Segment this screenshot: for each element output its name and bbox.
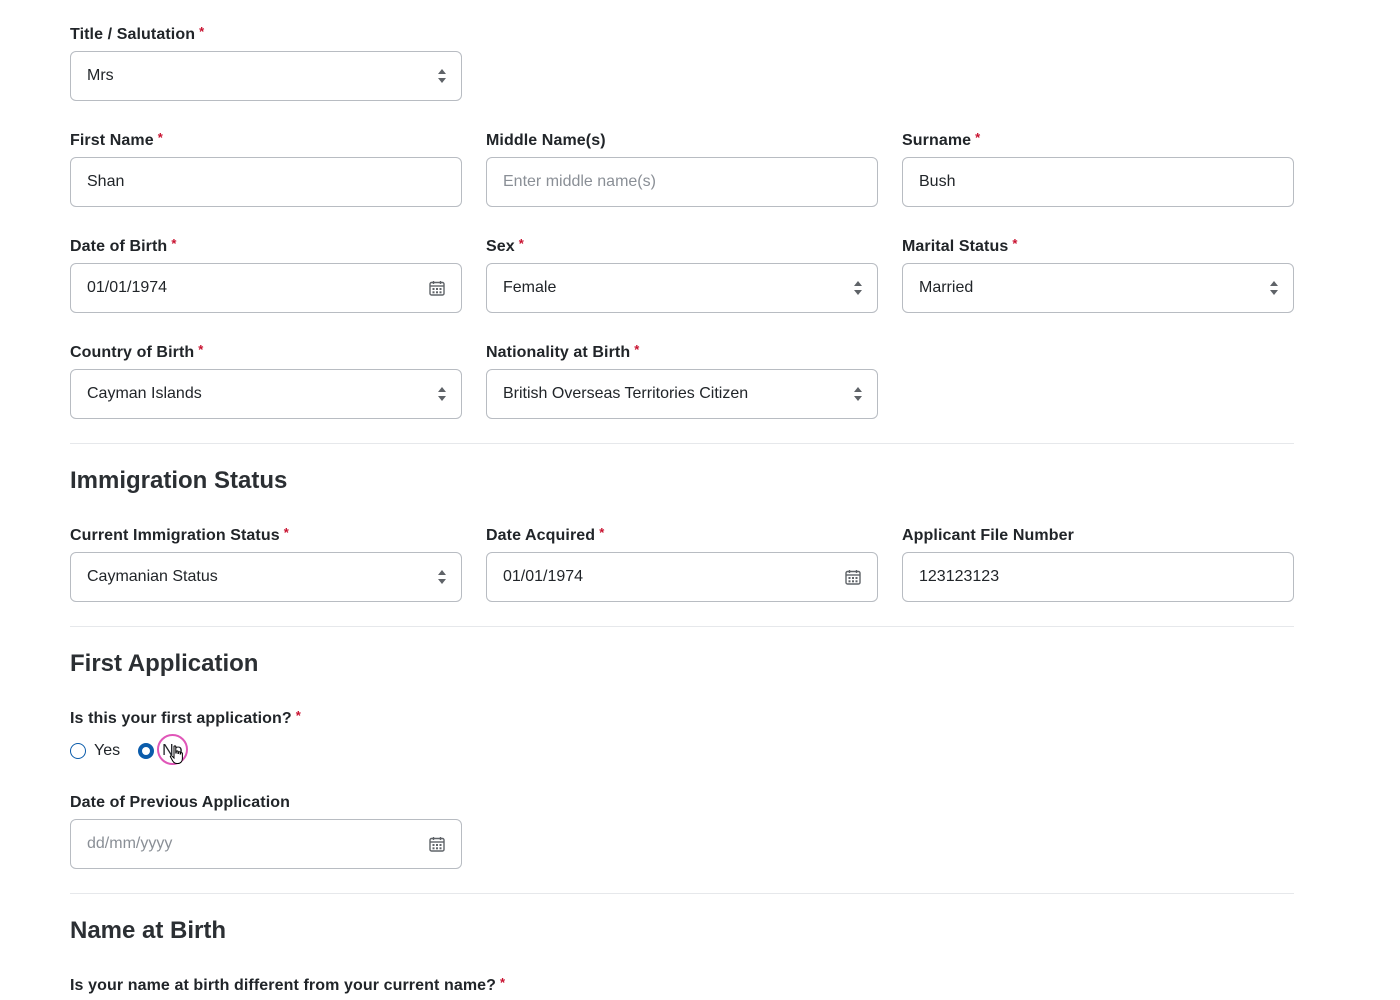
radio-yes-circle[interactable] bbox=[70, 743, 86, 759]
middle-name-label: Middle Name(s) bbox=[486, 132, 606, 149]
immigration-section-title: Immigration Status bbox=[70, 467, 288, 494]
select-arrows-icon bbox=[438, 570, 446, 584]
first-name-label: First Name * bbox=[70, 130, 163, 149]
nationality-label: Nationality at Birth * bbox=[486, 342, 640, 361]
surname-value: Bush bbox=[919, 173, 956, 190]
current-status-value: Caymanian Status bbox=[87, 568, 218, 585]
section-divider bbox=[70, 893, 1294, 894]
middle-name-placeholder: Enter middle name(s) bbox=[503, 173, 656, 190]
title-select-value: Mrs bbox=[87, 67, 114, 84]
select-arrows-icon bbox=[438, 387, 446, 401]
select-arrows-icon bbox=[1270, 281, 1278, 295]
date-acquired-label: Date Acquired * bbox=[486, 525, 605, 544]
radio-no[interactable]: No bbox=[138, 742, 183, 760]
radio-yes-label[interactable]: Yes bbox=[94, 742, 120, 760]
marital-status-value: Married bbox=[919, 279, 974, 296]
previous-date-placeholder: dd/mm/yyyy bbox=[87, 835, 173, 852]
surname-label: Surname * bbox=[902, 130, 981, 149]
file-number-value: 123123123 bbox=[919, 568, 1000, 585]
dob-label: Date of Birth * bbox=[70, 236, 177, 255]
surname-input[interactable]: Bush bbox=[902, 157, 1294, 207]
country-of-birth-select[interactable]: Cayman Islands bbox=[70, 369, 462, 419]
nationality-value: British Overseas Territories Citizen bbox=[503, 385, 749, 402]
current-status-label: Current Immigration Status * bbox=[70, 525, 289, 544]
name-at-birth-section-title: Name at Birth bbox=[70, 917, 227, 944]
marital-status-select[interactable]: Married bbox=[902, 263, 1294, 313]
first-application-section-title: First Application bbox=[70, 650, 259, 677]
calendar-icon[interactable] bbox=[429, 280, 445, 296]
name-at-birth-question: Is your name at birth different from you… bbox=[70, 975, 506, 994]
previous-application-date-label: Date of Previous Application bbox=[70, 794, 291, 811]
marital-status-label: Marital Status * bbox=[902, 236, 1018, 255]
dob-value: 01/01/1974 bbox=[87, 279, 168, 296]
select-arrows-icon bbox=[438, 69, 446, 83]
radio-yes[interactable]: Yes bbox=[70, 742, 120, 760]
first-name-value: Shan bbox=[87, 173, 125, 190]
calendar-icon[interactable] bbox=[845, 569, 861, 585]
country-of-birth-value: Cayman Islands bbox=[87, 385, 202, 402]
section-divider bbox=[70, 626, 1294, 627]
select-arrows-icon bbox=[854, 387, 862, 401]
title-label: Title / Salutation * bbox=[70, 24, 205, 43]
section-divider bbox=[70, 443, 1294, 444]
previous-application-date-input[interactable]: dd/mm/yyyy bbox=[70, 819, 462, 869]
country-of-birth-label: Country of Birth * bbox=[70, 342, 204, 361]
first-application-question: Is this your first application? * bbox=[70, 708, 301, 727]
date-acquired-input[interactable]: 01/01/1974 bbox=[486, 552, 878, 602]
nationality-select[interactable]: British Overseas Territories Citizen bbox=[486, 369, 878, 419]
calendar-icon[interactable] bbox=[429, 836, 445, 852]
file-number-input[interactable]: 123123123 bbox=[902, 552, 1294, 602]
file-number-label: Applicant File Number bbox=[902, 527, 1074, 544]
sex-select[interactable]: Female bbox=[486, 263, 878, 313]
date-acquired-value: 01/01/1974 bbox=[503, 568, 584, 585]
middle-name-input[interactable]: Enter middle name(s) bbox=[486, 157, 878, 207]
current-status-select[interactable]: Caymanian Status bbox=[70, 552, 462, 602]
radio-no-label[interactable]: No bbox=[162, 742, 182, 760]
dob-input[interactable]: 01/01/1974 bbox=[70, 263, 462, 313]
select-arrows-icon bbox=[854, 281, 862, 295]
first-name-input[interactable]: Shan bbox=[70, 157, 462, 207]
first-application-radio-group: Yes No bbox=[70, 738, 201, 764]
radio-no-circle[interactable] bbox=[138, 743, 155, 759]
title-select[interactable]: Mrs bbox=[70, 51, 462, 101]
sex-label: Sex * bbox=[486, 236, 524, 255]
sex-value: Female bbox=[503, 279, 557, 296]
